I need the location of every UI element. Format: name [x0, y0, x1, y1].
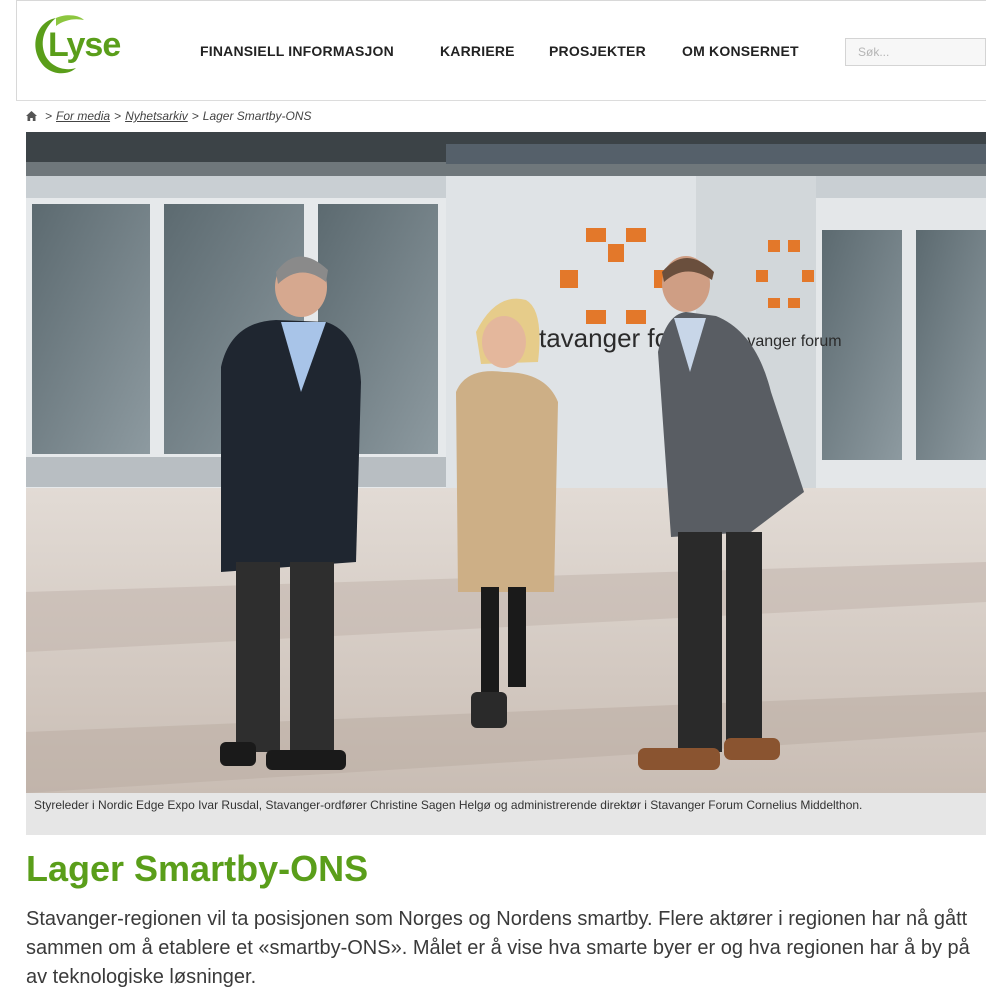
photo-caption: Styreleder i Nordic Edge Expo Ivar Rusda…	[26, 793, 986, 835]
breadcrumb-separator: >	[191, 109, 199, 123]
breadcrumb-link-for-media[interactable]: For media	[56, 109, 110, 123]
breadcrumb-link-nyhetsarkiv[interactable]: Nyhetsarkiv	[125, 109, 188, 123]
article-lead: Stavanger-regionen vil ta posisjonen som…	[26, 908, 970, 988]
nav-item-karriere[interactable]: KARRIERE	[440, 43, 515, 59]
nav-item-finansiell-informasjon[interactable]: FINANSIELL INFORMASJON	[200, 43, 394, 59]
breadcrumb: > For media > Nyhetsarkiv > Lager Smartby-ONS	[26, 109, 311, 123]
article-title: Lager Smartby-ONS	[26, 848, 369, 889]
breadcrumb-separator: >	[45, 109, 53, 123]
photo-illustration: stavanger forum stavanger forum	[26, 132, 986, 793]
breadcrumb-current: Lager Smartby-ONS	[202, 109, 312, 123]
nav-item-om-konsernet[interactable]: OM KONSERNET	[682, 43, 799, 59]
site-header: Lyse FINANSIELL INFORMASJON KARRIERE PRO…	[0, 0, 986, 100]
lyse-logo[interactable]: Lyse	[26, 12, 126, 78]
breadcrumb-separator: >	[114, 109, 122, 123]
home-icon[interactable]	[26, 111, 37, 121]
search-input[interactable]: Søk...	[845, 38, 986, 66]
header-divider	[16, 100, 986, 101]
logo-text: Lyse	[48, 26, 120, 64]
article-photo: stavanger forum stavanger forum	[26, 132, 986, 793]
nav-item-prosjekter[interactable]: PROSJEKTER	[549, 43, 646, 59]
